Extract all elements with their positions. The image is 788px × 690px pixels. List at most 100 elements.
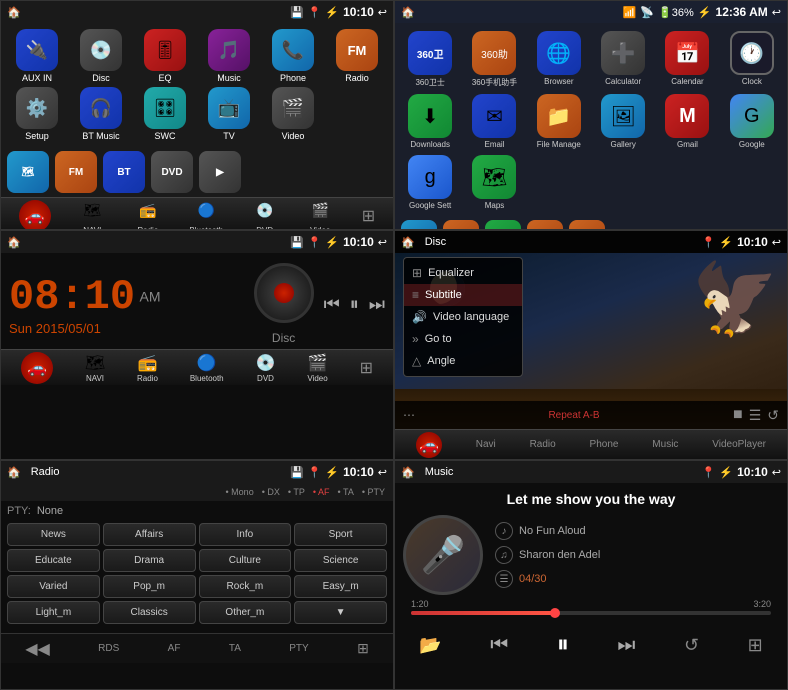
menu-angle[interactable]: △ Angle: [404, 350, 522, 372]
nav-radio-3[interactable]: 📻Radio: [137, 353, 158, 383]
prev-button[interactable]: ⏮: [324, 294, 340, 315]
app-clock[interactable]: 🕐 Clock: [723, 31, 781, 88]
app-tv[interactable]: 📺 TV: [199, 87, 259, 141]
menu-subtitle[interactable]: ≡ Subtitle: [404, 284, 522, 306]
radio-bottom-2[interactable]: FM: [443, 220, 479, 230]
music-bottom-2[interactable]: 🎵: [527, 220, 563, 230]
back-icon-5[interactable]: ↩: [378, 466, 387, 479]
btn-science[interactable]: Science: [294, 549, 387, 572]
nav-dvd[interactable]: 💿 DVD: [251, 197, 279, 231]
app-calc[interactable]: ➕ Calculator: [594, 31, 652, 88]
video-label-4[interactable]: VideoPlayer: [712, 439, 766, 450]
navi-label-4[interactable]: Navi: [476, 439, 496, 450]
app-setup[interactable]: ⚙️ Setup: [7, 87, 67, 141]
menu-goto[interactable]: » Go to: [404, 328, 522, 350]
btn-culture[interactable]: Culture: [199, 549, 292, 572]
app-360-helper[interactable]: 360助 360手机助手: [465, 31, 523, 88]
nav-navi[interactable]: 🗺 NAVI: [78, 197, 106, 231]
next-button[interactable]: ⏭: [369, 294, 385, 315]
phone-bottom-2[interactable]: 📞: [485, 220, 521, 230]
next-music-btn[interactable]: ⏭: [617, 634, 635, 657]
btn-drama[interactable]: Drama: [103, 549, 196, 572]
menu-video-lang[interactable]: 🔊 Video language: [404, 306, 522, 328]
prev-music-btn[interactable]: ⏮: [490, 634, 508, 657]
stop-button-4[interactable]: ■: [733, 406, 743, 424]
rds-btn[interactable]: RDS: [98, 643, 119, 654]
app-video[interactable]: 🎬 Video: [263, 87, 323, 141]
folder-button[interactable]: 📂: [419, 635, 441, 656]
back-icon-4[interactable]: ↩: [772, 236, 781, 249]
app-360[interactable]: 360卫 360卫士: [401, 31, 459, 88]
music-label-4[interactable]: Music: [652, 439, 678, 450]
dvd-shortcut[interactable]: DVD: [151, 151, 193, 193]
car-button-4[interactable]: 🚗: [416, 432, 442, 458]
nav-navi-3[interactable]: 🗺NAVI: [85, 353, 105, 383]
nav-video[interactable]: 🎬 Video: [306, 197, 334, 231]
phone-label-4[interactable]: Phone: [590, 439, 619, 450]
repeat-music-btn[interactable]: ↺: [684, 635, 699, 656]
app-google-settings[interactable]: g Google Sett: [401, 155, 459, 210]
app-maps[interactable]: 🗺 Maps: [465, 155, 523, 210]
navi-shortcut[interactable]: 🗺: [7, 151, 49, 193]
back-icon-2[interactable]: ↩: [772, 6, 781, 19]
btn-easym[interactable]: Easy_m: [294, 575, 387, 598]
nav-radio[interactable]: 📻 Radio: [134, 197, 162, 231]
menu-icon-btn[interactable]: ⋯: [403, 408, 415, 422]
app-swc[interactable]: 🎛 SWC: [135, 87, 195, 141]
radio-shortcut[interactable]: FM: [55, 151, 97, 193]
play-pause-button[interactable]: ⏸: [350, 294, 359, 315]
btn-more[interactable]: ▼: [294, 601, 387, 624]
play-music-btn[interactable]: ⏸: [557, 631, 569, 659]
bt-shortcut[interactable]: BT: [103, 151, 145, 193]
app-radio[interactable]: FM Radio: [327, 29, 387, 83]
back-icon-6[interactable]: ↩: [772, 466, 781, 479]
grid-button-3[interactable]: ⊞: [360, 358, 373, 378]
car-button[interactable]: 🚗: [19, 200, 51, 231]
btn-otherm[interactable]: Other_m: [199, 601, 292, 624]
app-music[interactable]: 🎵 Music: [199, 29, 259, 83]
app-browser[interactable]: 🌐 Browser: [530, 31, 588, 88]
app-google[interactable]: G Google: [723, 94, 781, 149]
repeat-button-4[interactable]: ↺: [767, 407, 779, 424]
app-gmail[interactable]: M Gmail: [658, 94, 716, 149]
app-phone[interactable]: 📞 Phone: [263, 29, 323, 83]
app-downloads[interactable]: ⬇ Downloads: [401, 94, 459, 149]
app-email[interactable]: ✉ Email: [465, 94, 523, 149]
nav-bluetooth[interactable]: 🔵 Bluetooth: [189, 197, 223, 231]
navi-bottom-2[interactable]: 🗺: [401, 220, 437, 230]
nav-bt-3[interactable]: 🔵Bluetooth: [190, 353, 224, 383]
app-files[interactable]: 📁 File Manage: [530, 94, 588, 149]
btn-popm[interactable]: Pop_m: [103, 575, 196, 598]
pty-btn[interactable]: PTY: [289, 643, 308, 654]
btn-rockm[interactable]: Rock_m: [199, 575, 292, 598]
nav-video-3[interactable]: 🎬Video: [307, 353, 327, 383]
radio-label-4[interactable]: Radio: [530, 439, 556, 450]
app-eq[interactable]: 🎚 EQ: [135, 29, 195, 83]
btn-varied[interactable]: Varied: [7, 575, 100, 598]
settings-btn-radio[interactable]: ⊞: [357, 640, 369, 657]
btn-educate[interactable]: Educate: [7, 549, 100, 572]
app-aux-in[interactable]: 🔌 AUX IN: [7, 29, 67, 83]
btn-lightm[interactable]: Light_m: [7, 601, 100, 624]
video-bottom-2[interactable]: ▶: [569, 220, 605, 230]
back-icon-3[interactable]: ↩: [378, 236, 387, 249]
ta-btn[interactable]: TA: [229, 643, 241, 654]
btn-sport[interactable]: Sport: [294, 523, 387, 546]
btn-news[interactable]: News: [7, 523, 100, 546]
grid-view-button[interactable]: ⊞: [362, 206, 375, 226]
video-shortcut-2[interactable]: ▶: [199, 151, 241, 193]
app-disc[interactable]: 💿 Disc: [71, 29, 131, 83]
car-button-3[interactable]: 🚗: [21, 352, 53, 384]
btn-affairs[interactable]: Affairs: [103, 523, 196, 546]
btn-info[interactable]: Info: [199, 523, 292, 546]
back-icon[interactable]: ↩: [378, 6, 387, 19]
app-calendar[interactable]: 📅 Calendar: [658, 31, 716, 88]
menu-equalizer[interactable]: ⊞ Equalizer: [404, 262, 522, 284]
vol-down-btn[interactable]: ◀◀: [25, 639, 50, 659]
app-bt-music[interactable]: 🎧 BT Music: [71, 87, 131, 141]
af-btn[interactable]: AF: [168, 643, 181, 654]
list-button-4[interactable]: ☰: [749, 407, 762, 424]
progress-bar[interactable]: [411, 611, 771, 615]
app-gallery[interactable]: 🖼 Gallery: [594, 94, 652, 149]
list-music-btn[interactable]: ⊞: [748, 635, 763, 656]
